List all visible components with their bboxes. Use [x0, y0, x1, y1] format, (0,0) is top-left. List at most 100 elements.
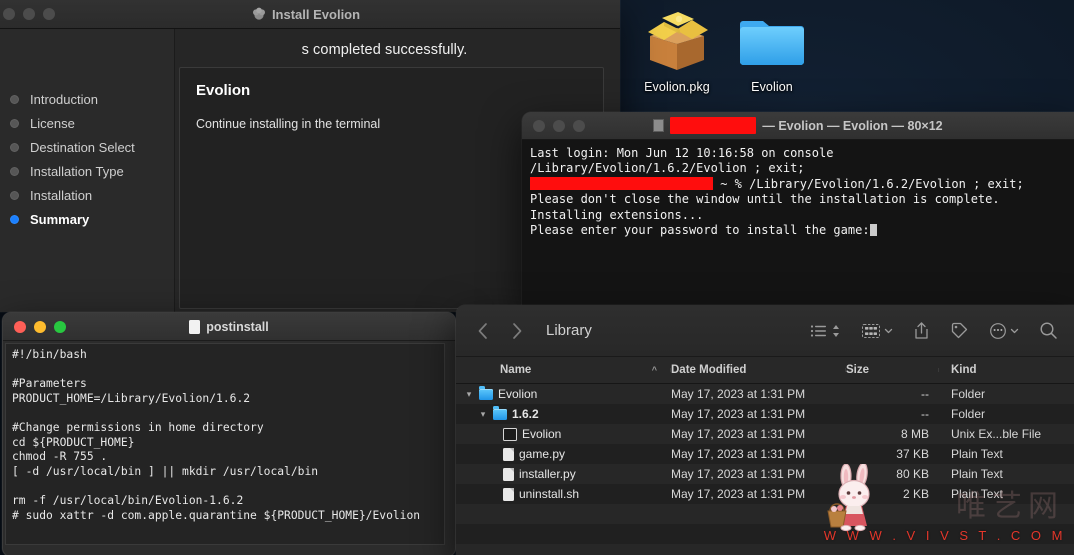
file-kind: Folder: [951, 387, 986, 401]
file-size: 8 MB: [900, 427, 929, 441]
finder-window[interactable]: Library Name ^ Date Modified Size Kind ▾…: [456, 305, 1074, 555]
postinstall-title-text: postinstall: [206, 319, 269, 334]
postinstall-traffic-lights[interactable]: [3, 320, 66, 333]
postinstall-titlebar[interactable]: postinstall: [3, 313, 455, 341]
file-size: --: [921, 407, 929, 421]
search-icon[interactable]: [1039, 321, 1058, 340]
terminal-title: — Evolion — Evolion — 80×12: [522, 117, 1074, 134]
chevron-down-icon[interactable]: [1010, 326, 1019, 336]
package-box-icon: [622, 6, 732, 78]
step-bullet-icon: [10, 142, 19, 152]
share-icon[interactable]: [913, 321, 930, 340]
plain-text-file-icon: [503, 467, 514, 481]
tag-icon[interactable]: [950, 321, 969, 340]
disclosure-triangle-icon[interactable]: ▾: [478, 409, 488, 420]
minimize-button[interactable]: [553, 119, 565, 132]
file-size: 2 KB: [902, 487, 929, 501]
sidebar-item-label: Installation Type: [30, 163, 124, 179]
desktop-icon-label: Evolion: [751, 80, 793, 94]
file-kind: Plain Text: [951, 467, 1003, 481]
list-view-icon[interactable]: [810, 323, 841, 339]
table-row-empty: [456, 544, 1074, 555]
table-row[interactable]: Evolion May 17, 2023 at 1:31 PM 8 MB Uni…: [456, 424, 1074, 444]
sidebar-item-installation[interactable]: Installation: [0, 183, 174, 207]
terminal-cursor: [869, 224, 877, 237]
postinstall-window[interactable]: postinstall #!/bin/bash #Parameters PROD…: [2, 312, 456, 555]
more-actions-icon[interactable]: [989, 322, 1019, 340]
file-name: Evolion: [498, 387, 538, 401]
step-bullet-icon: [10, 190, 19, 200]
close-button[interactable]: [14, 320, 26, 333]
panel-title: Evolion: [196, 82, 251, 99]
file-date: May 17, 2023 at 1:31 PM: [671, 447, 806, 461]
file-name: 1.6.2: [512, 407, 539, 421]
unix-executable-icon: [503, 427, 517, 441]
terminal-line: Installing extensions...: [530, 207, 704, 222]
disclosure-triangle-icon[interactable]: ▾: [464, 389, 474, 400]
table-row[interactable]: ▾ Evolion May 17, 2023 at 1:31 PM -- Fol…: [456, 384, 1074, 404]
column-header-kind[interactable]: Kind: [939, 364, 1074, 376]
file-date: May 17, 2023 at 1:31 PM: [671, 467, 806, 481]
close-button[interactable]: [533, 119, 545, 132]
step-bullet-icon: [10, 118, 19, 128]
column-header-size[interactable]: Size: [846, 364, 939, 376]
postinstall-editor[interactable]: #!/bin/bash #Parameters PRODUCT_HOME=/Li…: [5, 343, 445, 545]
finder-column-headers[interactable]: Name ^ Date Modified Size Kind: [456, 357, 1074, 384]
minimize-button[interactable]: [34, 320, 46, 333]
desktop: Evolion.pkg Evolion Install Evolion Intr…: [0, 0, 1074, 555]
updown-chevron-icon[interactable]: [831, 323, 841, 339]
terminal-window[interactable]: — Evolion — Evolion — 80×12 Last login: …: [522, 112, 1074, 306]
zoom-button[interactable]: [54, 320, 66, 333]
sort-ascending-icon: ^: [651, 365, 657, 375]
step-bullet-icon: [10, 94, 19, 104]
terminal-line: Please enter your password to install th…: [530, 223, 870, 238]
file-size: 37 KB: [896, 447, 929, 461]
chevron-right-icon[interactable]: [511, 322, 524, 340]
chevron-left-icon[interactable]: [476, 322, 489, 340]
table-row[interactable]: game.py May 17, 2023 at 1:31 PM 37 KB Pl…: [456, 444, 1074, 464]
table-row[interactable]: ▾ 1.6.2 May 17, 2023 at 1:31 PM -- Folde…: [456, 404, 1074, 424]
table-row-empty: [456, 524, 1074, 544]
finder-file-list[interactable]: ▾ Evolion May 17, 2023 at 1:31 PM -- Fol…: [456, 384, 1074, 555]
terminal-output[interactable]: Last login: Mon Jun 12 10:16:58 on conso…: [522, 140, 1074, 301]
file-kind: Plain Text: [951, 487, 1003, 501]
terminal-title-text: — Evolion — Evolion — 80×12: [762, 118, 943, 133]
blue-folder-icon: [717, 6, 827, 78]
installer-traffic-lights[interactable]: [0, 8, 55, 20]
group-by-icon[interactable]: [861, 322, 893, 340]
installer-heading: s completed successfully.: [301, 42, 468, 58]
redacted-prompt-block: [530, 176, 713, 190]
table-row[interactable]: installer.py May 17, 2023 at 1:31 PM 80 …: [456, 464, 1074, 484]
sidebar-item-introduction[interactable]: Introduction: [0, 87, 174, 111]
finder-toolbar[interactable]: Library: [456, 305, 1074, 357]
table-row[interactable]: uninstall.sh May 17, 2023 at 1:31 PM 2 K…: [456, 484, 1074, 504]
redacted-username-block: [670, 117, 757, 134]
installer-steps-sidebar: Introduction License Destination Select …: [0, 29, 175, 312]
file-size: 80 KB: [896, 467, 929, 481]
column-header-date-modified[interactable]: Date Modified: [671, 364, 846, 376]
finder-path-title: Library: [546, 322, 592, 339]
close-button[interactable]: [3, 8, 15, 20]
folder-icon: [493, 406, 507, 420]
file-name: game.py: [519, 447, 566, 461]
file-name: uninstall.sh: [519, 487, 580, 501]
terminal-traffic-lights[interactable]: [522, 119, 585, 132]
installer-titlebar[interactable]: Install Evolion: [0, 0, 620, 29]
zoom-button[interactable]: [43, 8, 55, 20]
file-size: --: [921, 387, 929, 401]
step-bullet-icon: [10, 166, 19, 176]
chevron-down-icon[interactable]: [884, 326, 893, 336]
desktop-icon-evolion-folder[interactable]: Evolion: [717, 6, 827, 94]
file-name: Evolion: [522, 427, 562, 441]
sidebar-item-summary[interactable]: Summary: [0, 207, 174, 231]
file-kind: Unix Ex...ble File: [951, 427, 1042, 441]
sidebar-item-license[interactable]: License: [0, 111, 174, 135]
zoom-button[interactable]: [573, 119, 585, 132]
column-header-name[interactable]: Name ^: [456, 364, 671, 376]
file-date: May 17, 2023 at 1:31 PM: [671, 387, 806, 401]
terminal-titlebar[interactable]: — Evolion — Evolion — 80×12: [522, 112, 1074, 140]
sidebar-item-installation-type[interactable]: Installation Type: [0, 159, 174, 183]
minimize-button[interactable]: [23, 8, 35, 20]
desktop-icon-evolion-pkg[interactable]: Evolion.pkg: [622, 6, 732, 94]
sidebar-item-destination-select[interactable]: Destination Select: [0, 135, 174, 159]
